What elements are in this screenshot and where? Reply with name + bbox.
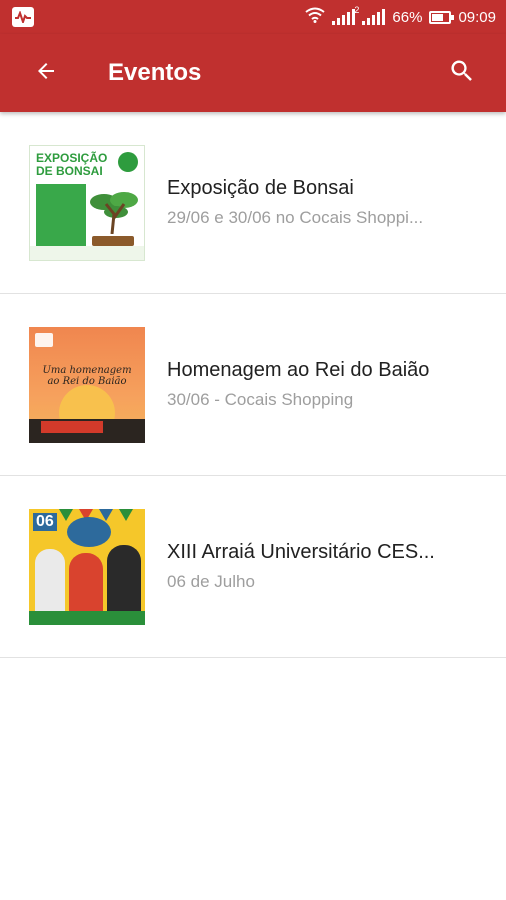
bunting-flag [119,508,133,521]
poster-badge [118,151,138,172]
event-title: XIII Arraiá Universitário CES... [167,541,435,563]
poster-logo [67,516,111,547]
activity-notification-icon [12,7,34,27]
event-title: Exposição de Bonsai [167,177,354,199]
poster-date: 06 [33,512,57,531]
wifi-icon [305,7,326,27]
battery-percent: 66% [392,8,423,26]
poster-tag [41,420,103,433]
event-item-arraia[interactable]: 06 XIII Arraiá Universitário CES... 06 d… [0,476,506,658]
bunting-flag [59,508,73,521]
event-title: Homenagem ao Rei do Baião [167,359,430,381]
sim1-signal-icon [332,9,356,25]
event-poster-arraia: 06 [29,508,145,625]
battery-fill [432,13,443,21]
bonsai-pot [92,235,134,246]
bonsai-tree-illustration [90,191,138,234]
clock: 09:09 [458,8,496,26]
poster-heading: Uma homenagem ao Rei do Baião [42,364,132,387]
poster-footer [30,245,144,260]
sim2-signal-icon: 2 [354,5,386,25]
back-button[interactable] [18,45,74,101]
app-bar: Eventos [0,34,506,112]
event-item-bonsai[interactable]: EXPOSIÇÃO DE BONSAI Exposição de Bonsai 2… [0,112,506,294]
poster-logo [35,332,53,347]
event-item-baiao[interactable]: Uma homenagem ao Rei do Baião Homenagem a… [0,294,506,476]
poster-ground [29,610,145,625]
event-poster-bonsai: EXPOSIÇÃO DE BONSAI [29,144,145,261]
arrow-back-icon [34,59,58,88]
status-bar: 2 66% 09:09 [0,0,506,34]
search-icon [448,57,476,90]
search-button[interactable] [434,45,490,101]
battery-icon [429,10,455,24]
event-subtitle: 29/06 e 30/06 no Cocais Shoppi... [167,208,424,227]
event-subtitle: 06 de Julho [167,572,255,591]
events-list: EXPOSIÇÃO DE BONSAI Exposição de Bonsai 2… [0,112,506,658]
poster-info-panel [36,183,86,246]
event-poster-baiao: Uma homenagem ao Rei do Baião [29,326,145,443]
poster-heading: EXPOSIÇÃO DE BONSAI [36,150,108,178]
event-subtitle: 30/06 - Cocais Shopping [167,390,354,409]
page-title: Eventos [108,59,202,86]
